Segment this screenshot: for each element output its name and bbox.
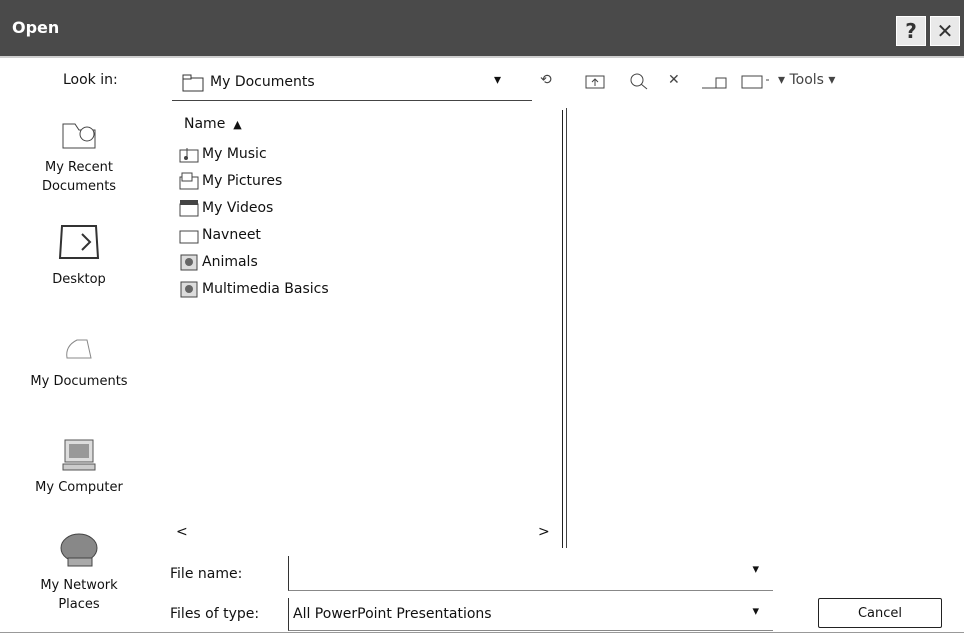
close-button[interactable]: ✕ — [930, 16, 960, 46]
folder-icon — [182, 74, 204, 92]
videos-folder-icon — [179, 200, 199, 217]
close-icon: ✕ — [936, 19, 954, 43]
file-list: Name ▲ My Music My Pictures My Videos Na… — [170, 110, 563, 548]
cancel-button[interactable]: Cancel — [818, 598, 942, 628]
my-computer-icon — [62, 439, 96, 471]
music-folder-icon — [179, 148, 199, 163]
delete-icon[interactable]: ✕ — [668, 72, 680, 88]
list-item[interactable]: My Pictures — [178, 169, 282, 193]
lookin-dropdown[interactable]: My Documents ▾ — [172, 66, 532, 101]
place-my-network-places[interactable]: My Network Places — [0, 528, 158, 614]
list-item[interactable]: Multimedia Basics — [178, 277, 329, 301]
filetype-label: Files of type: — [170, 606, 260, 622]
preview-pane — [566, 108, 964, 548]
my-documents-icon — [66, 339, 92, 359]
places-bar: My Recent Documents Desktop My Documents… — [0, 108, 158, 628]
folder-icon — [179, 230, 199, 244]
up-folder-icon[interactable] — [584, 72, 606, 94]
filename-label: File name: — [170, 566, 243, 582]
filetype-select[interactable]: All PowerPoint Presentations ▾ — [288, 598, 773, 631]
tools-label: Tools — [789, 72, 824, 88]
presentation-file-icon — [180, 281, 198, 298]
new-folder-icon[interactable] — [700, 72, 728, 94]
column-header-name[interactable]: Name ▲ — [184, 116, 242, 132]
help-icon: ? — [905, 19, 917, 43]
filename-input[interactable]: ▾ — [288, 556, 773, 591]
back-icon[interactable]: ⟲ — [540, 72, 552, 88]
lookin-value: My Documents — [210, 74, 315, 90]
place-my-computer[interactable]: My Computer — [0, 434, 158, 497]
chevron-down-icon[interactable]: ▾ — [752, 604, 759, 619]
title-bar: Open ? ✕ — [0, 0, 964, 58]
search-web-icon[interactable] — [628, 72, 650, 94]
list-item[interactable]: Navneet — [178, 223, 261, 247]
list-item[interactable]: Animals — [178, 250, 258, 274]
list-item[interactable]: My Music — [178, 142, 267, 166]
tools-menu[interactable]: ▾ Tools ▾ — [778, 72, 835, 88]
sort-ascending-icon: ▲ — [229, 118, 242, 131]
desktop-icon — [58, 225, 100, 259]
horizontal-scrollbar[interactable]: < > — [170, 524, 562, 546]
views-icon[interactable] — [740, 72, 770, 94]
place-my-recent-documents[interactable]: My Recent Documents — [0, 114, 158, 196]
divider — [0, 632, 964, 633]
recent-documents-icon — [62, 123, 96, 149]
presentation-file-icon — [180, 254, 198, 271]
network-places-icon — [60, 533, 98, 567]
dialog-title: Open — [12, 18, 60, 37]
help-button[interactable]: ? — [896, 16, 926, 46]
chevron-down-icon: ▾ — [494, 72, 502, 88]
place-my-documents[interactable]: My Documents — [0, 328, 158, 391]
lookin-label: Look in: — [63, 72, 118, 88]
chevron-down-icon[interactable]: ▾ — [752, 562, 759, 577]
list-item[interactable]: My Videos — [178, 196, 273, 220]
pictures-folder-icon — [179, 172, 199, 190]
open-dialog: Open ? ✕ Look in: My Documents ▾ ⟲ ✕ ▾ T… — [0, 0, 964, 636]
place-desktop[interactable]: Desktop — [0, 220, 158, 289]
scroll-right-icon[interactable]: > — [538, 524, 550, 540]
scroll-left-icon[interactable]: < — [176, 524, 188, 540]
